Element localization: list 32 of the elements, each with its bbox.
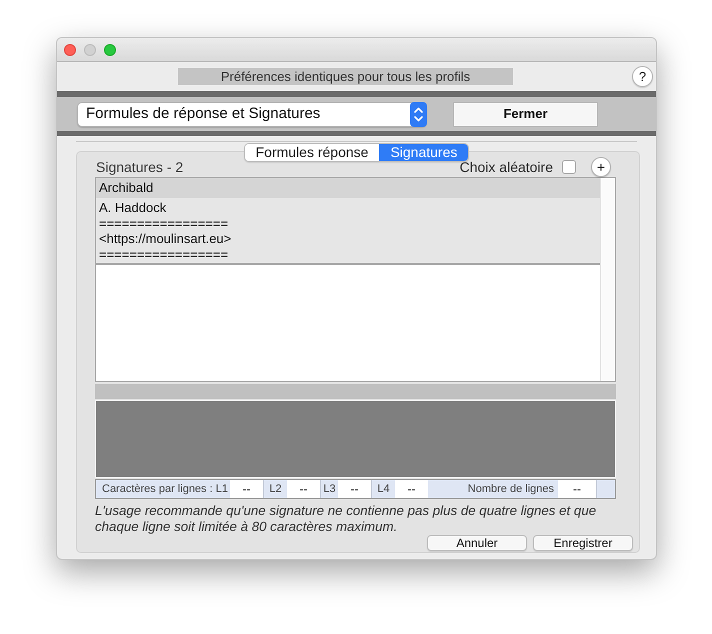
signature-line: ================= (98, 216, 228, 231)
usage-note: L'usage recommande qu'une signature ne contienne pas plus de quatre lignes et que chaque ligne soit limitée à 80 caractères maximum. (95, 503, 598, 534)
header-label: Préférences identiques pour tous les profils (178, 68, 513, 85)
tab[interactable]: Signatures (379, 144, 468, 161)
line-label: L4 (377, 482, 390, 497)
section-select[interactable]: Formules de réponse et Signatures (77, 102, 427, 126)
zoom-window-icon[interactable] (104, 44, 116, 56)
save-button[interactable]: Enregistrer (533, 535, 633, 551)
count-field: -- (395, 480, 428, 498)
close-window-icon[interactable] (64, 44, 76, 56)
count-field: -- (230, 480, 263, 498)
add-button[interactable]: + (591, 156, 611, 176)
panel-title: Signatures - 2 (95, 158, 184, 174)
line-label: L3 (323, 482, 336, 497)
help-button[interactable]: ? (632, 66, 653, 87)
chars-per-line-label: Caractères par lignes : (102, 482, 213, 497)
signature-line: <https://moulinsart.eu> (98, 231, 232, 246)
signature-line: ================= (98, 246, 228, 262)
line-label: L1 (216, 482, 228, 497)
signature-name-row[interactable]: Archibald (96, 178, 600, 198)
tab[interactable]: Formules réponse (244, 144, 380, 161)
line-count-label: Nombre de lignes (468, 482, 554, 497)
random-choice-checkbox[interactable] (562, 160, 576, 174)
line-label: L2 (269, 482, 282, 497)
count-field: -- (287, 480, 320, 498)
count-field: -- (558, 480, 596, 498)
count-field: -- (338, 480, 371, 498)
random-choice-label: Choix aléatoire (460, 158, 553, 174)
close-button[interactable]: Fermer (453, 102, 598, 126)
up-down-chevron-icon (410, 102, 427, 126)
cancel-button[interactable]: Annuler (427, 535, 527, 551)
signature-line: A. Haddock (98, 200, 166, 216)
